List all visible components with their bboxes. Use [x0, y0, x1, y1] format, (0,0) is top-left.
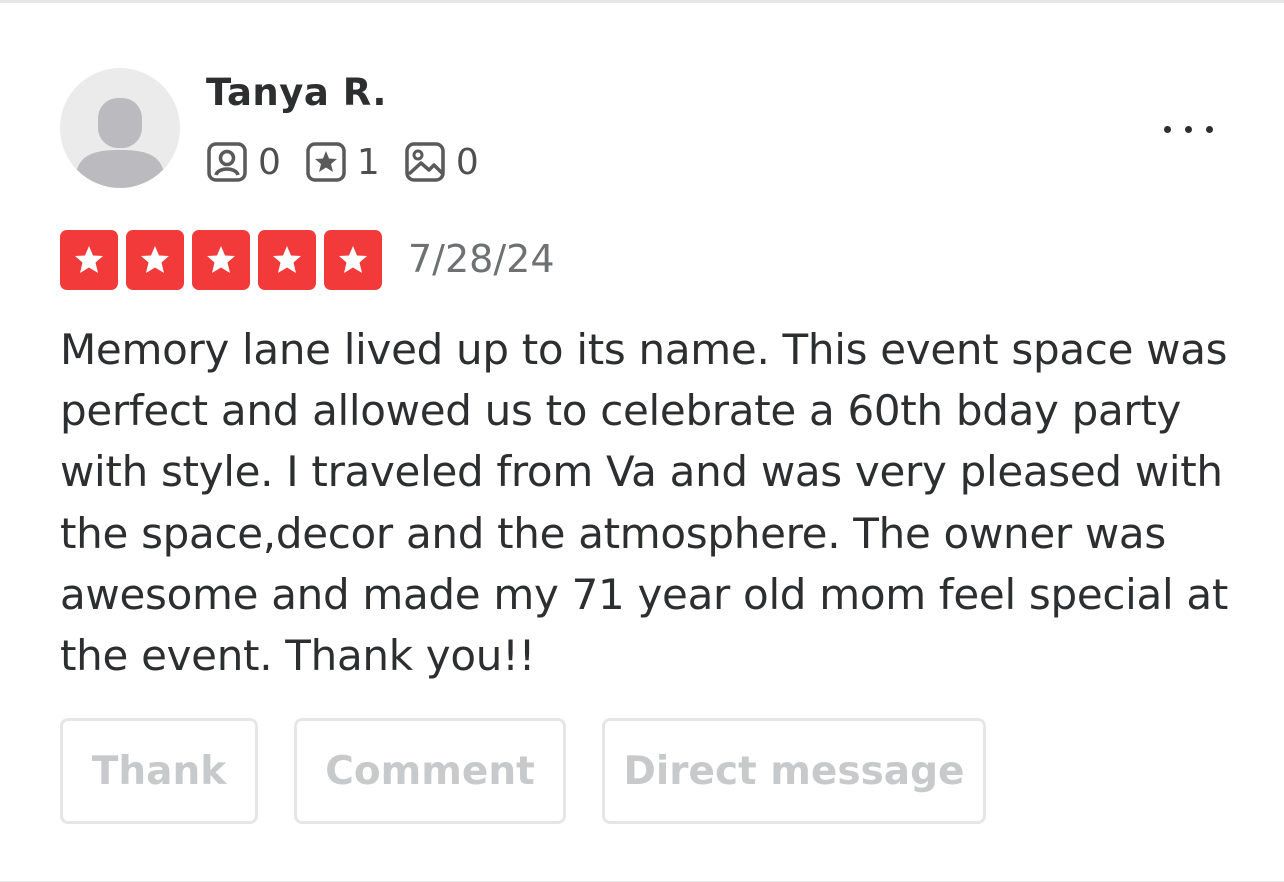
photo-icon [405, 142, 445, 182]
star-icon [60, 230, 118, 290]
user-stats: 0 1 0 [206, 140, 503, 184]
review-card: Tanya R. 0 1 0 7/28/24 Memory lane lived… [0, 0, 1284, 882]
reviews-stat: 1 [305, 141, 380, 183]
friends-icon [207, 142, 247, 182]
avatar[interactable] [60, 68, 180, 188]
more-options-icon [1163, 125, 1171, 133]
thank-button[interactable]: Thank [60, 718, 258, 824]
review-date: 7/28/24 [408, 237, 555, 281]
star-icon [192, 230, 250, 290]
reviews-count: 1 [356, 141, 380, 183]
review-star-icon [306, 142, 346, 182]
comment-button[interactable]: Comment [294, 718, 566, 824]
more-options-button[interactable] [1152, 111, 1224, 147]
star-rating [60, 230, 390, 290]
friends-stat: 0 [206, 141, 281, 183]
default-user-avatar-icon [60, 68, 180, 188]
more-options-dot [1205, 125, 1213, 133]
star-icon [258, 230, 316, 290]
review-text: Memory lane lived up to its name. This e… [60, 325, 1228, 681]
star-icon [324, 230, 382, 290]
star-icon [126, 230, 184, 290]
user-name[interactable]: Tanya R. [206, 71, 387, 114]
review-actions: Thank Comment Direct message [60, 718, 1022, 824]
more-options-dot [1184, 125, 1192, 133]
photos-stat: 0 [404, 141, 479, 183]
direct-message-button[interactable]: Direct message [602, 718, 986, 824]
friends-count: 0 [258, 141, 281, 183]
photos-count: 0 [455, 141, 479, 183]
